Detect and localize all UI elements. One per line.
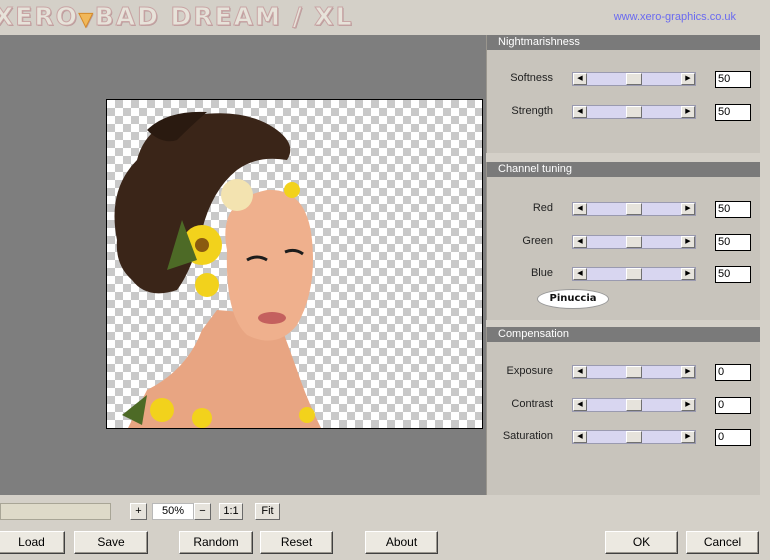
saturation-slider-thumb[interactable] — [626, 431, 642, 443]
saturation-slider[interactable]: ◀ ▶ — [572, 430, 696, 444]
preview-image — [114, 111, 322, 428]
zoom-in-button[interactable]: + — [130, 503, 147, 520]
strength-slider-thumb[interactable] — [626, 106, 642, 118]
blue-label: Blue — [530, 267, 553, 279]
logo-text-b: BAD DREAM / XL — [94, 2, 354, 32]
red-value-input[interactable]: 50 — [715, 201, 751, 218]
slider-row-red: Red ◀ ▶ 50 — [487, 201, 761, 218]
zoom-1to1-button[interactable]: 1:1 — [219, 503, 243, 520]
panel-compensation: Compensation Exposure ◀ ▶ 0 Contrast ◀ ▶… — [486, 327, 760, 495]
strength-value-input[interactable]: 50 — [715, 104, 751, 121]
arrow-right-icon[interactable]: ▶ — [681, 366, 695, 378]
arrow-left-icon[interactable]: ◀ — [573, 268, 587, 280]
exposure-label: Exposure — [506, 365, 553, 377]
arrow-right-icon[interactable]: ▶ — [681, 399, 695, 411]
slider-row-green: Green ◀ ▶ 50 — [487, 234, 761, 251]
arrow-right-icon[interactable]: ▶ — [681, 73, 695, 85]
arrow-right-icon[interactable]: ▶ — [681, 203, 695, 215]
red-slider[interactable]: ◀ ▶ — [572, 202, 696, 216]
exposure-slider[interactable]: ◀ ▶ — [572, 365, 696, 379]
contrast-slider-thumb[interactable] — [626, 399, 642, 411]
green-value-input[interactable]: 50 — [715, 234, 751, 251]
saturation-value-input[interactable]: 0 — [715, 429, 751, 446]
panel-title-compensation: Compensation — [487, 327, 760, 342]
arrow-left-icon[interactable]: ◀ — [573, 431, 587, 443]
load-button[interactable]: Load — [0, 531, 65, 554]
arrow-left-icon[interactable]: ◀ — [573, 399, 587, 411]
softness-slider-thumb[interactable] — [626, 73, 642, 85]
logo-triangle-icon: ▼ — [78, 9, 95, 31]
softness-label: Softness — [510, 72, 553, 84]
panel-nightmarishness: Nightmarishness Softness ◀ ▶ 50 Strength… — [486, 35, 760, 153]
zoom-level-field[interactable]: 50% — [152, 503, 194, 520]
blue-slider-thumb[interactable] — [626, 268, 642, 280]
zoom-out-button[interactable]: − — [194, 503, 211, 520]
website-link[interactable]: www.xero-graphics.co.uk — [614, 11, 736, 23]
contrast-slider[interactable]: ◀ ▶ — [572, 398, 696, 412]
header: XERO▼BAD DREAM / XL www.xero-graphics.co… — [0, 0, 770, 34]
progress-bar — [0, 503, 111, 520]
panel-channel-tuning: Channel tuning Red ◀ ▶ 50 Green ◀ ▶ 50 B… — [486, 162, 760, 320]
arrow-left-icon[interactable]: ◀ — [573, 106, 587, 118]
arrow-right-icon[interactable]: ▶ — [681, 106, 695, 118]
green-slider[interactable]: ◀ ▶ — [572, 235, 696, 249]
arrow-left-icon[interactable]: ◀ — [573, 73, 587, 85]
exposure-slider-thumb[interactable] — [626, 366, 642, 378]
slider-row-exposure: Exposure ◀ ▶ 0 — [487, 364, 761, 381]
softness-value-input[interactable]: 50 — [715, 71, 751, 88]
red-label: Red — [532, 202, 553, 214]
save-button[interactable]: Save — [74, 531, 148, 554]
contrast-label: Contrast — [511, 398, 553, 410]
saturation-label: Saturation — [502, 430, 553, 442]
green-slider-thumb[interactable] — [626, 236, 642, 248]
logo-text-a: XERO — [0, 2, 79, 32]
contrast-value-input[interactable]: 0 — [715, 397, 751, 414]
arrow-right-icon[interactable]: ▶ — [681, 236, 695, 248]
about-button[interactable]: About — [365, 531, 438, 554]
slider-row-strength: Strength ◀ ▶ 50 — [487, 104, 761, 121]
slider-row-saturation: Saturation ◀ ▶ 0 — [487, 429, 761, 446]
zoom-fit-button[interactable]: Fit — [255, 503, 280, 520]
red-slider-thumb[interactable] — [626, 203, 642, 215]
slider-row-blue: Blue ◀ ▶ 50 — [487, 266, 761, 283]
arrow-right-icon[interactable]: ▶ — [681, 268, 695, 280]
blue-value-input[interactable]: 50 — [715, 266, 751, 283]
slider-row-softness: Softness ◀ ▶ 50 — [487, 71, 761, 88]
arrow-right-icon[interactable]: ▶ — [681, 431, 695, 443]
reset-button[interactable]: Reset — [260, 531, 333, 554]
panel-title-nightmarishness: Nightmarishness — [487, 35, 760, 50]
cancel-button[interactable]: Cancel — [686, 531, 759, 554]
softness-slider[interactable]: ◀ ▶ — [572, 72, 696, 86]
pinuccia-badge: Pinuccia — [537, 289, 609, 309]
app-logo: XERO▼BAD DREAM / XL — [0, 2, 354, 32]
arrow-left-icon[interactable]: ◀ — [573, 366, 587, 378]
strength-slider[interactable]: ◀ ▶ — [572, 105, 696, 119]
green-label: Green — [522, 235, 553, 247]
random-button[interactable]: Random — [179, 531, 253, 554]
preview-canvas[interactable] — [106, 99, 483, 429]
panel-title-channel-tuning: Channel tuning — [487, 162, 760, 177]
ok-button[interactable]: OK — [605, 531, 678, 554]
arrow-left-icon[interactable]: ◀ — [573, 236, 587, 248]
slider-row-contrast: Contrast ◀ ▶ 0 — [487, 397, 761, 414]
blue-slider[interactable]: ◀ ▶ — [572, 267, 696, 281]
arrow-left-icon[interactable]: ◀ — [573, 203, 587, 215]
preview-area — [0, 35, 486, 495]
strength-label: Strength — [511, 105, 553, 117]
exposure-value-input[interactable]: 0 — [715, 364, 751, 381]
